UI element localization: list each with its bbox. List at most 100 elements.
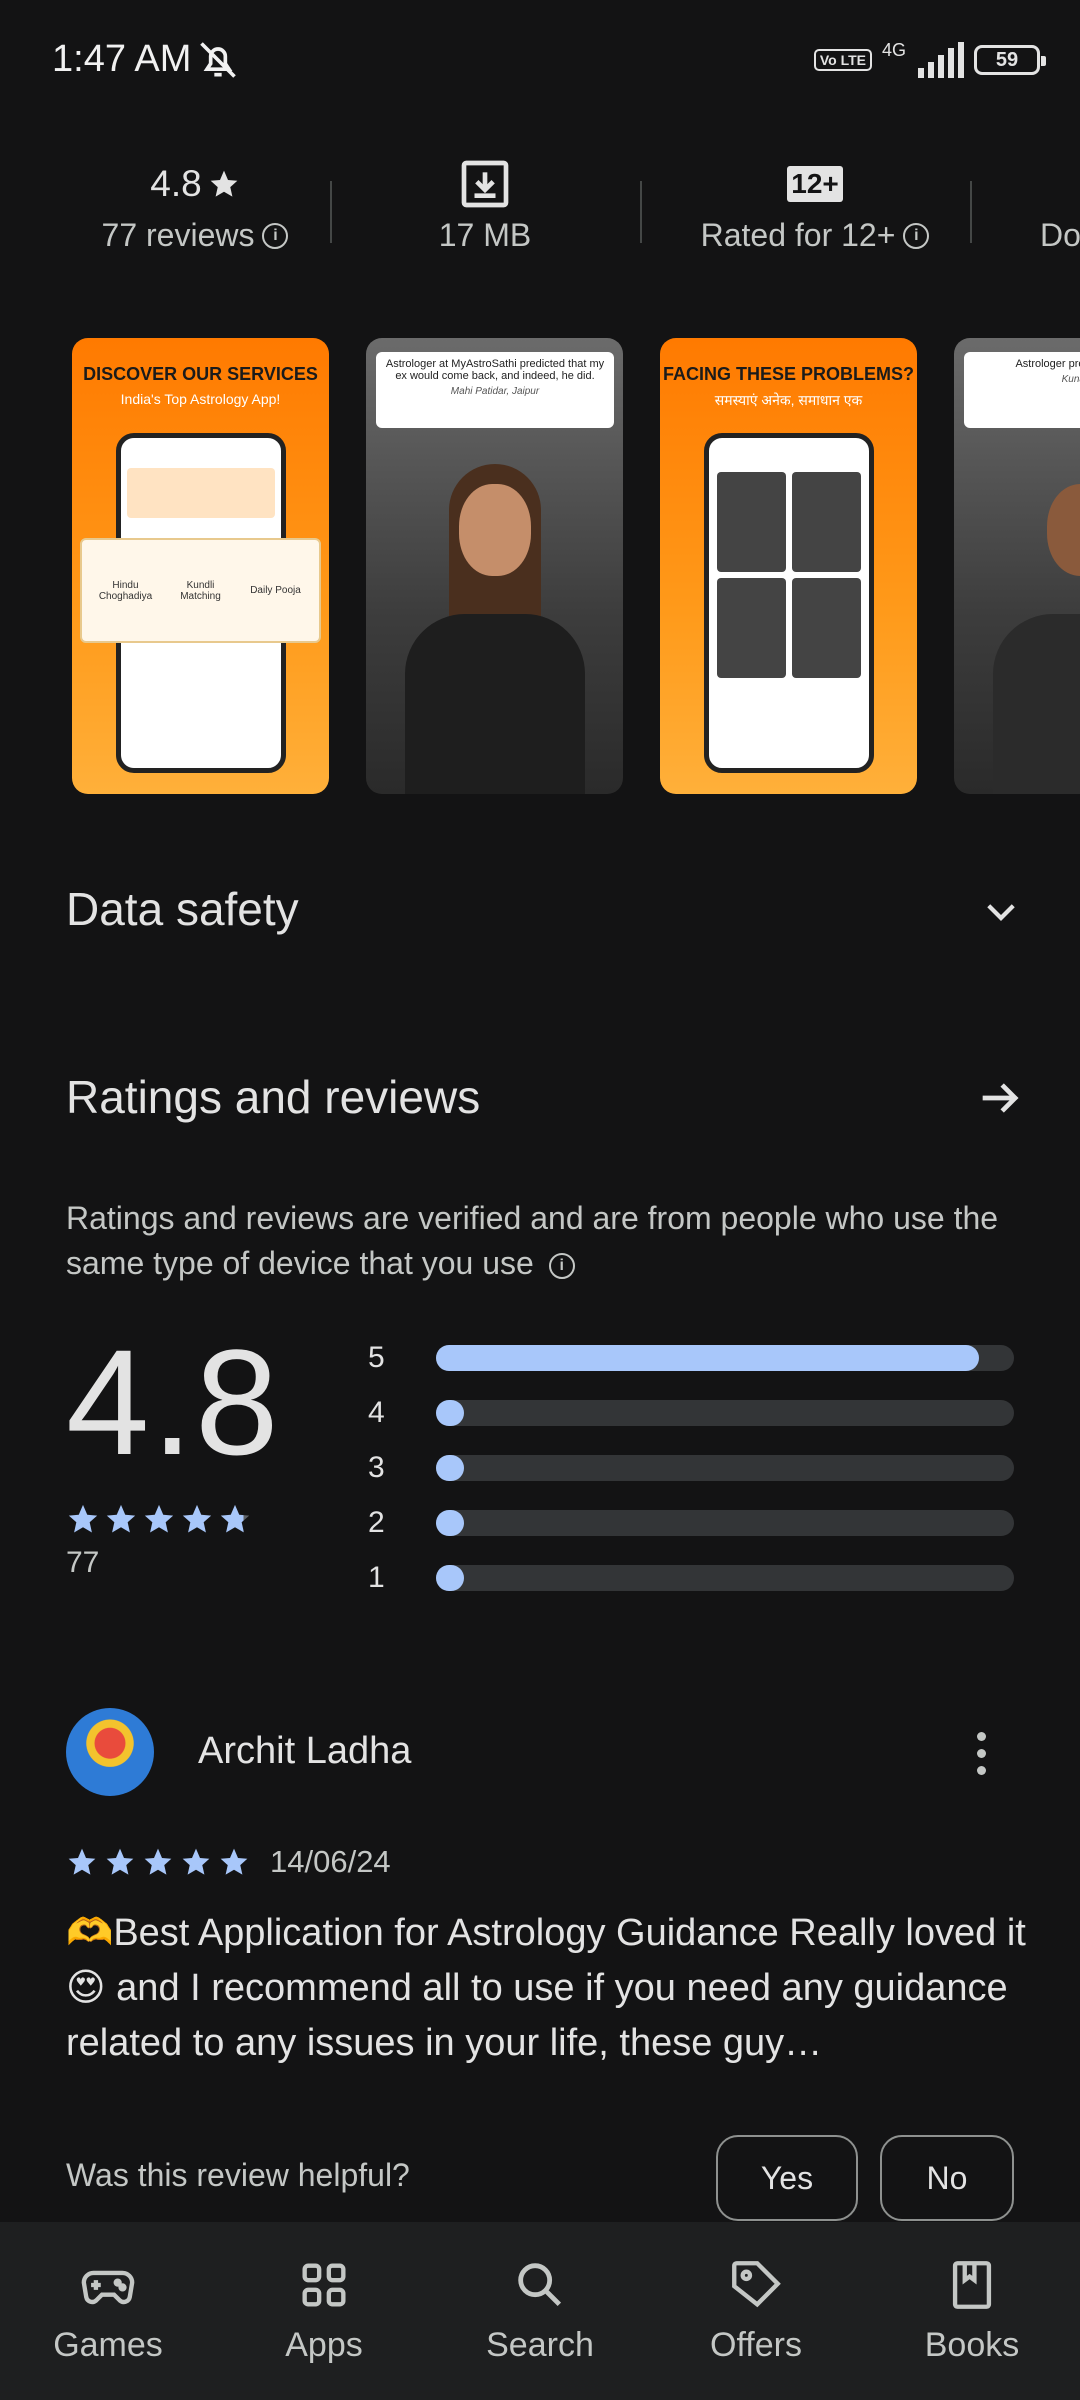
age-rating-badge: 12+ xyxy=(787,166,843,202)
status-icons: Vo LTE 4G 59 xyxy=(813,38,1046,82)
nav-search[interactable]: Search xyxy=(432,2222,648,2400)
quote-text: Astrologer at MyAstroSathi predicted tha… xyxy=(385,358,605,382)
phone-mockup xyxy=(704,433,874,773)
stat-rating-value: 4.8 xyxy=(150,163,202,204)
nav-games[interactable]: Games xyxy=(0,2222,216,2400)
rating-bar-row: 1 xyxy=(368,1550,1016,1605)
star-icon xyxy=(68,1504,98,1533)
person-photo xyxy=(404,464,585,794)
search-icon xyxy=(518,2263,562,2307)
rating-bar-row: 3 xyxy=(368,1440,1016,1495)
helpful-question: Was this review helpful? xyxy=(66,2157,410,2193)
stat-reviews-label: 77 reviews xyxy=(101,217,255,253)
avatar xyxy=(66,1708,154,1796)
star-icon xyxy=(182,1504,212,1533)
rating-bar-fill xyxy=(436,1344,980,1371)
screenshot-title: FACING THESE PROBLEMS? xyxy=(662,364,914,384)
rating-bar-track xyxy=(436,1454,1014,1481)
rating-bar-track xyxy=(436,1399,1014,1426)
stat-rating[interactable]: 4.8 77 reviews i xyxy=(70,155,320,254)
screenshot-title: DISCOVER OUR SERVICES xyxy=(83,364,318,384)
screenshot-subtitle: समस्याएं अनेक, समाधान एक xyxy=(714,392,863,408)
gamepad-icon xyxy=(81,2270,135,2305)
star-icon xyxy=(220,1504,250,1533)
rating-bar-label: 3 xyxy=(368,1450,385,1484)
reviewer-name: Archit Ladha xyxy=(198,1730,412,1772)
screenshot-carousel[interactable]: DISCOVER OUR SERVICES India's Top Astrol… xyxy=(72,338,1080,794)
info-icon: i xyxy=(903,222,930,249)
stat-age-rating[interactable]: 12+ Rated for 12+ i xyxy=(670,155,960,254)
rating-bar-label: 5 xyxy=(368,1340,385,1374)
nav-apps[interactable]: Apps xyxy=(216,2222,432,2400)
book-icon xyxy=(952,2261,992,2309)
service-tile: Hindu Choghadiya xyxy=(98,579,153,602)
screenshot-2[interactable]: Astrologer at MyAstroSathi predicted tha… xyxy=(366,338,623,794)
nav-books[interactable]: Books xyxy=(864,2222,1080,2400)
review-body[interactable]: 🫶Best Application for Astrology Guidance… xyxy=(66,1906,1026,2071)
app-stats-row: 4.8 77 reviews i 17 MB 12+ Rated for 12+… xyxy=(0,155,1080,265)
quote-author: Kunal Dix xyxy=(1061,374,1080,385)
data-safety-title[interactable]: Data safety xyxy=(66,882,299,936)
star-icon xyxy=(210,170,238,197)
arrow-forward-icon[interactable] xyxy=(974,1072,1026,1124)
nav-label: Apps xyxy=(285,2326,363,2364)
rating-bar-fill xyxy=(436,1509,464,1536)
nav-label: Games xyxy=(53,2326,163,2364)
service-tile: Daily Pooja xyxy=(250,585,301,596)
total-ratings-count: 77 xyxy=(66,1546,100,1579)
star-icon xyxy=(106,1504,136,1533)
rating-bar-label: 1 xyxy=(368,1560,385,1594)
service-tile: Kundli Matching xyxy=(180,579,221,602)
review-date: 14/06/24 xyxy=(270,1844,391,1879)
rating-bar-label: 2 xyxy=(368,1505,385,1539)
divider xyxy=(330,181,332,243)
rating-bar-row: 5 xyxy=(368,1330,1016,1385)
star-icon xyxy=(144,1848,172,1875)
quote-text: Astrologer pre get the Prom xyxy=(1015,358,1080,370)
info-icon[interactable]: i xyxy=(548,1252,575,1279)
divider xyxy=(970,181,972,243)
screenshot-subtitle: India's Top Astrology App! xyxy=(120,391,281,407)
nav-label: Books xyxy=(924,2326,1020,2364)
network-type: 4G xyxy=(881,39,906,60)
nav-label: Offers xyxy=(710,2326,802,2364)
tag-icon xyxy=(732,2261,781,2308)
divider xyxy=(640,181,642,243)
info-icon: i xyxy=(262,222,289,249)
rating-bar-label: 4 xyxy=(368,1395,385,1429)
stat-size: 17 MB xyxy=(360,155,610,254)
rating-distribution: 5 4 3 2 1 xyxy=(368,1330,1016,1605)
testimonial-quote: Astrologer at MyAstroSathi predicted tha… xyxy=(376,352,614,428)
ratings-reviews-title[interactable]: Ratings and reviews xyxy=(66,1070,480,1124)
battery-icon: 59 xyxy=(974,45,1046,75)
screenshot-3[interactable]: FACING THESE PROBLEMS? समस्याएं अनेक, सम… xyxy=(660,338,917,794)
person-photo xyxy=(992,464,1080,794)
services-card: Hindu Choghadiya Kundli Matching Daily P… xyxy=(80,538,321,643)
bottom-navigation: Games Apps Search Offers Books xyxy=(0,2222,1080,2400)
helpful-yes-button[interactable]: Yes xyxy=(716,2135,858,2221)
rating-bar-row: 4 xyxy=(368,1385,1016,1440)
screenshot-1[interactable]: DISCOVER OUR SERVICES India's Top Astrol… xyxy=(72,338,329,794)
more-options-icon[interactable] xyxy=(966,1728,996,1778)
screenshot-4[interactable]: Astrologer pre get the Prom Kunal Dix xyxy=(954,338,1080,794)
review-stars xyxy=(66,1846,250,1878)
nav-offers[interactable]: Offers xyxy=(648,2222,864,2400)
stat-partial: Do xyxy=(1040,155,1080,254)
signal-icon xyxy=(918,42,964,78)
star-icon xyxy=(182,1848,210,1875)
chevron-down-icon[interactable] xyxy=(980,890,1022,932)
rating-bar-fill xyxy=(436,1564,464,1591)
verified-text: Ratings and reviews are verified and are… xyxy=(66,1200,999,1281)
rating-bar-track xyxy=(436,1509,1014,1536)
stat-size-label: 17 MB xyxy=(438,217,532,253)
apps-grid-icon xyxy=(302,2263,346,2307)
star-icon xyxy=(106,1848,134,1875)
testimonial-quote: Astrologer pre get the Prom Kunal Dix xyxy=(964,352,1080,428)
stat-age-label: Rated for 12+ xyxy=(700,217,896,253)
rating-bar-fill xyxy=(436,1454,464,1481)
helpful-no-button[interactable]: No xyxy=(880,2135,1014,2221)
bell-off-icon xyxy=(200,42,236,78)
rating-bar-fill xyxy=(436,1399,464,1426)
rating-bar-row: 2 xyxy=(368,1495,1016,1550)
ratings-verified-text: Ratings and reviews are verified and are… xyxy=(66,1196,1026,1286)
